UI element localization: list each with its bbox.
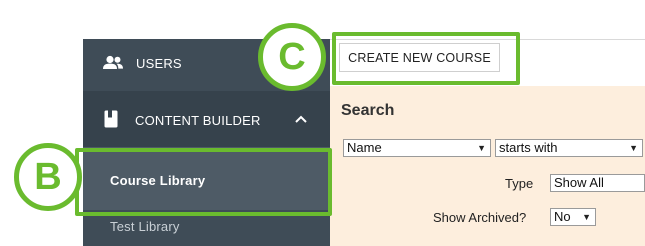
sidebar-item-label: CONTENT BUILDER <box>135 113 261 128</box>
chevron-up-icon[interactable] <box>294 111 308 129</box>
dropdown-arrow-icon: ▼ <box>582 212 591 222</box>
callout-badge-c: C <box>258 23 326 91</box>
callout-highlight-c <box>332 32 520 85</box>
search-title: Search <box>341 102 395 119</box>
dropdown-arrow-icon: ▼ <box>629 143 638 153</box>
select-value: Name <box>347 140 382 155</box>
search-field-select[interactable]: Name ▼ <box>343 139 491 157</box>
sidebar-item-label: USERS <box>136 56 182 71</box>
select-value: starts with <box>499 140 558 155</box>
sidebar-item-label: Test Library <box>110 219 180 234</box>
sidebar-item-content-builder[interactable]: CONTENT BUILDER <box>83 91 330 147</box>
show-archived-select[interactable]: No ▼ <box>550 208 596 226</box>
select-value: Show All <box>554 175 604 190</box>
select-value: No <box>554 209 571 224</box>
callout-badge-b: B <box>14 143 82 211</box>
type-label: Type <box>505 176 534 191</box>
users-icon <box>102 55 124 76</box>
search-operator-select[interactable]: starts with ▼ <box>495 139 643 157</box>
show-archived-label: Show Archived? <box>433 210 527 225</box>
dropdown-arrow-icon: ▼ <box>477 143 486 153</box>
callout-highlight-b <box>75 148 332 216</box>
book-icon <box>104 110 118 133</box>
type-select[interactable]: Show All <box>550 174 645 192</box>
